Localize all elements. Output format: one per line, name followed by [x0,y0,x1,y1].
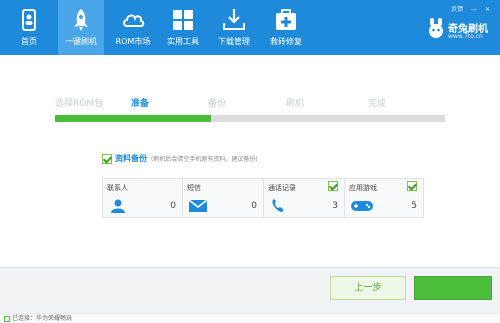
category-count: 0 [251,201,257,211]
step-complete: 完成 [368,99,387,109]
backup-section-header: 资料备份 (刷机后会清空手机原有资料，建议备份) [102,153,258,167]
grid-icon [173,10,193,30]
backup-note: (刷机后会清空手机原有资料，建议备份) [151,156,258,163]
nav-home-label: 首页 [21,37,37,46]
brand-url: www.7to.cn [448,33,483,40]
status-bar: 已连接：华为荣耀畅玩 [0,313,500,323]
nav-repair[interactable]: 救砖修复 [263,0,309,55]
step-flash: 刷机 [286,99,305,109]
nav-tools[interactable]: 实用工具 [160,0,206,55]
nav-rom-market-label: ROM市场 [115,37,151,46]
minimize-icon[interactable]: — [471,6,477,13]
progress-fill [55,115,211,122]
window-top-links: 反馈 — ✕ [445,4,490,13]
cloud-icon [123,14,145,27]
feedback-link[interactable]: 反馈 [451,6,463,13]
category-count: 3 [332,201,338,211]
call-log-checkbox[interactable] [328,181,338,191]
close-icon[interactable]: ✕ [485,6,490,13]
next-step-button[interactable] [414,276,492,300]
step-prepare: 准备 [131,99,150,109]
envelope-icon [189,199,207,212]
category-name: 应用游戏 [349,184,377,192]
backup-checkbox[interactable] [102,153,112,164]
rabbit-logo-icon [429,18,443,38]
phone-call-icon [272,199,284,212]
nav-repair-label: 救砖修复 [270,37,302,46]
gamepad-icon [351,201,373,211]
status-text: 已连接：华为荣耀畅玩 [12,315,73,322]
top-navigation-bar: 首页 一键刷机 ROM市场 实用工具 下载管理 救砖修复 反馈 — ✕ 奇兔刷机… [0,0,500,55]
previous-step-button[interactable]: 上一步 [330,276,406,300]
category-apps[interactable]: 应用游戏 5 [345,179,423,217]
nav-flash[interactable]: 一键刷机 [58,0,104,55]
category-contacts[interactable]: 联系人 0 [103,179,183,217]
step-backup: 备份 [208,99,227,109]
category-name: 短信 [187,184,201,192]
nav-downloads[interactable]: 下载管理 [211,0,257,55]
nav-rom-market[interactable]: ROM市场 [110,0,156,55]
nav-tools-label: 实用工具 [167,37,199,46]
rocket-icon [74,9,88,31]
connection-status-icon [4,315,10,322]
brand-logo: 奇兔刷机 www.7to.cn [426,18,496,44]
category-name: 联系人 [107,184,128,192]
backup-category-grid: 联系人 0 短信 0 通话记录 3 应用游戏 5 [102,178,424,218]
category-count: 5 [411,201,417,211]
nav-downloads-label: 下载管理 [218,37,250,46]
category-count: 0 [170,201,176,211]
download-icon [223,9,245,30]
nav-flash-label: 一键刷机 [65,37,97,46]
person-icon [111,199,125,213]
medkit-icon [276,9,296,30]
progress-bar [55,115,445,122]
step-select-rom: 选择ROM包 [55,99,104,109]
category-name: 通话记录 [268,184,296,192]
phone-icon [22,9,36,31]
category-sms[interactable]: 短信 0 [183,179,264,217]
category-call-log[interactable]: 通话记录 3 [264,179,345,217]
apps-checkbox[interactable] [407,181,417,191]
backup-title: 资料备份 [115,154,147,163]
nav-home[interactable]: 首页 [6,0,52,55]
